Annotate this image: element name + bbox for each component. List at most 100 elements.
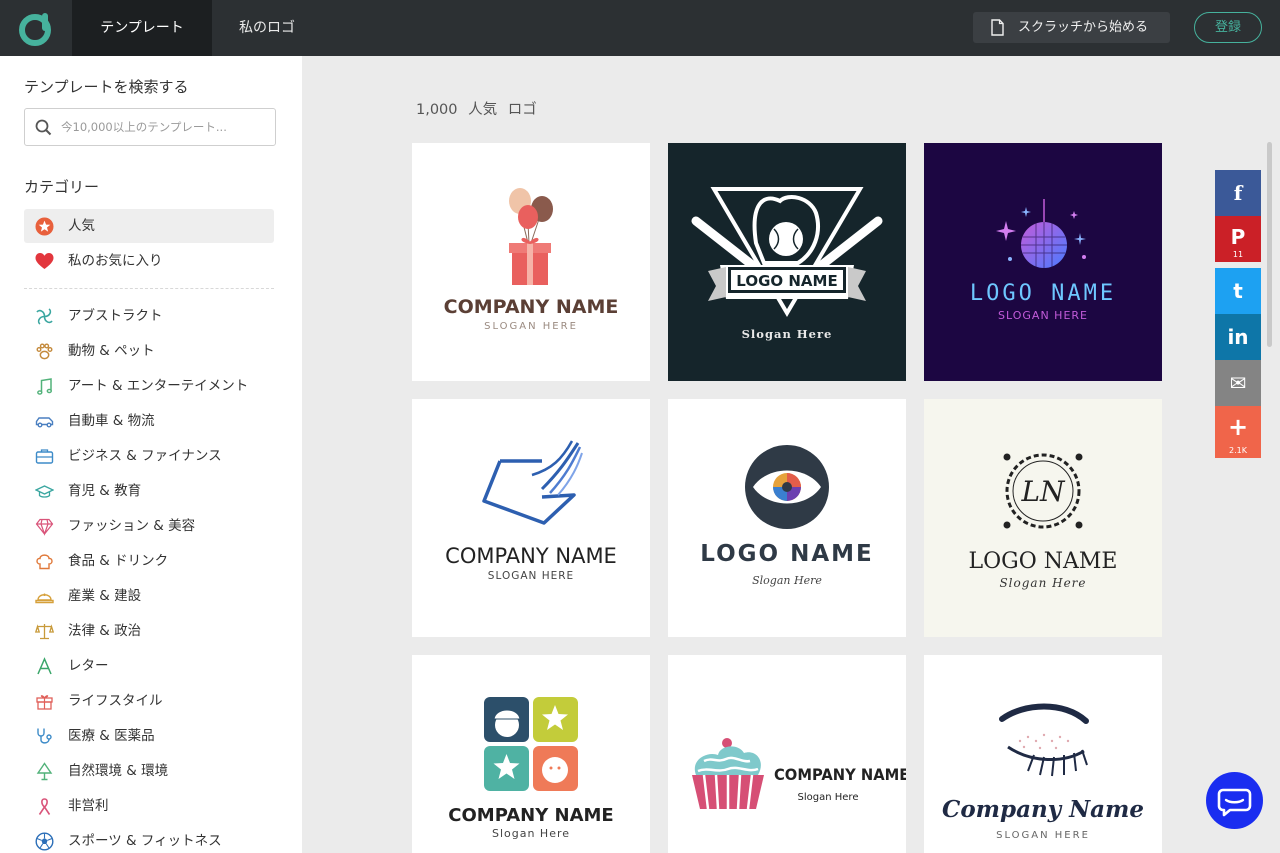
template-card[interactable]: LOGO NAME Slogan Here [668,143,906,381]
template-card[interactable]: COMPANY NAME SLOGAN HERE [412,143,650,381]
email-share-button[interactable]: ✉ [1215,360,1261,406]
logo-slogan: Slogan Here [491,827,571,840]
logo-company-name: LOGO NAME [736,272,838,290]
category-business-finance[interactable]: ビジネス & ファイナンス [24,439,274,473]
logo-company-name: LOGO NAME [969,281,1117,306]
logo-slogan: SLOGAN HERE [484,321,578,332]
category-label: ビジネス & ファイナンス [68,448,222,464]
category-art-entertainment[interactable]: アート & エンターテイメント [24,369,274,403]
search-box[interactable] [24,108,276,146]
template-gallery: 1,000 人気 ロゴ COMPANY NAME SLOGAN HERE LOG… [302,56,1280,853]
brand-logo-icon[interactable] [16,9,54,47]
scales-icon [35,624,54,640]
logo-slogan: Slogan Here [741,327,833,341]
graduation-cap-icon [35,485,54,498]
category-auto-logistics[interactable]: 自動車 & 物流 [24,404,274,438]
category-popular[interactable]: 人気 [24,209,274,243]
category-label: アブストラクト [68,308,163,324]
template-card[interactable]: COMPANY NAME Slogan Here [412,655,650,853]
sidebar: テンプレートを検索する カテゴリー 人気 私のお気に入り アブストラクト [0,56,302,853]
monogram-text: LN [1020,475,1066,508]
start-from-scratch-button[interactable]: スクラッチから始める [973,12,1170,43]
tab-templates[interactable]: テンプレート [72,0,212,56]
category-label: 食品 & ドリンク [68,553,169,569]
facebook-icon: f [1233,181,1243,205]
template-card[interactable]: LN LOGO NAME Slogan Here [924,399,1162,637]
category-label: 私のお気に入り [68,253,163,269]
category-label: 人気 [68,218,95,234]
register-button[interactable]: 登録 [1194,12,1262,43]
search-input[interactable] [61,109,271,145]
disco-ball-graphic [996,199,1086,268]
template-card[interactable]: Company Name SLOGAN HERE [924,655,1162,853]
logo-company-name: Company Name [942,796,1144,823]
soccer-ball-icon [35,832,54,851]
category-label: 非営利 [68,798,109,814]
envelope-icon: ✉ [1229,371,1247,395]
category-label: 医療 & 医薬品 [68,728,155,744]
scrollbar-thumb[interactable] [1267,142,1272,347]
car-icon [35,417,54,428]
balloon-gift-graphic [509,188,553,285]
categories-title: カテゴリー [24,178,100,196]
category-industry-construction[interactable]: 産業 & 建設 [24,579,274,613]
abstract-icon [36,308,53,325]
category-label: 自然環境 & 環境 [68,763,169,779]
category-label: 産業 & 建設 [68,588,142,604]
logo-slogan: Slogan Here [797,792,859,803]
category-divider [24,288,274,289]
category-label: 育児 & 教育 [68,483,142,499]
hard-hat-icon [35,593,54,604]
start-from-scratch-label: スクラッチから始める [1018,20,1149,35]
template-card[interactable]: COMPANY NAME Slogan Here [668,655,906,853]
pinterest-share-count: 11 [1232,250,1244,259]
category-law-politics[interactable]: 法律 & 政治 [24,614,274,648]
category-abstract[interactable]: アブストラクト [24,299,274,333]
gift-icon [36,695,53,710]
more-share-button[interactable]: + 2.1K [1215,406,1261,458]
category-food-drink[interactable]: 食品 & ドリンク [24,544,274,578]
twitter-share-button[interactable]: t [1215,268,1261,314]
logo-company-name: LOGO NAME [968,549,1118,574]
stethoscope-icon [37,728,52,744]
linkedin-share-button[interactable]: in [1215,314,1261,360]
chat-button[interactable] [1206,772,1263,829]
category-letter[interactable]: レター [24,649,274,683]
category-nonprofit[interactable]: 非営利 [24,789,274,823]
logo-company-name: COMPANY NAME [445,544,617,568]
logo-company-name: LOGO NAME [700,541,874,567]
category-label: アート & エンターテイメント [68,378,249,394]
category-childcare-education[interactable]: 育児 & 教育 [24,474,274,508]
top-navigation-bar: テンプレート 私のロゴ スクラッチから始める 登録 [0,0,1280,56]
category-fashion-beauty[interactable]: ファッション & 美容 [24,509,274,543]
category-medical[interactable]: 医療 & 医薬品 [24,719,274,753]
category-label: ライフスタイル [68,693,163,709]
category-lifestyle[interactable]: ライフスタイル [24,684,274,718]
result-count: 1,000 [416,102,458,118]
category-label: 動物 & ペット [68,343,155,359]
tab-my-logos[interactable]: 私のロゴ [212,0,322,56]
chef-hat-icon [36,554,53,570]
template-card[interactable]: LOGO NAME Slogan Here [668,399,906,637]
search-title: テンプレートを検索する [24,78,189,96]
ribbon-icon [38,798,51,815]
total-share-count: 2.1K [1229,446,1247,455]
music-note-icon [37,378,53,395]
template-card[interactable]: COMPANY NAME SLOGAN HERE [412,399,650,637]
category-sports-fitness[interactable]: スポーツ & フィットネス [24,824,274,853]
document-icon [991,19,1004,36]
pinterest-share-button[interactable]: P 11 [1215,216,1261,262]
facebook-share-button[interactable]: f [1215,170,1261,216]
chat-bubble-icon [1217,788,1252,817]
heart-icon [35,253,54,269]
logo-slogan: SLOGAN HERE [998,309,1088,322]
logo-company-name: COMPANY NAME [774,765,906,784]
paw-icon [36,343,53,360]
result-count-heading: 1,000 人気 ロゴ [416,98,543,119]
category-label: スポーツ & フィットネス [68,833,222,849]
category-animals-pets[interactable]: 動物 & ペット [24,334,274,368]
category-nature-environment[interactable]: 自然環境 & 環境 [24,754,274,788]
category-favorites[interactable]: 私のお気に入り [24,244,274,278]
logo-slogan: Slogan Here [999,576,1087,590]
template-card[interactable]: LOGO NAME SLOGAN HERE [924,143,1162,381]
